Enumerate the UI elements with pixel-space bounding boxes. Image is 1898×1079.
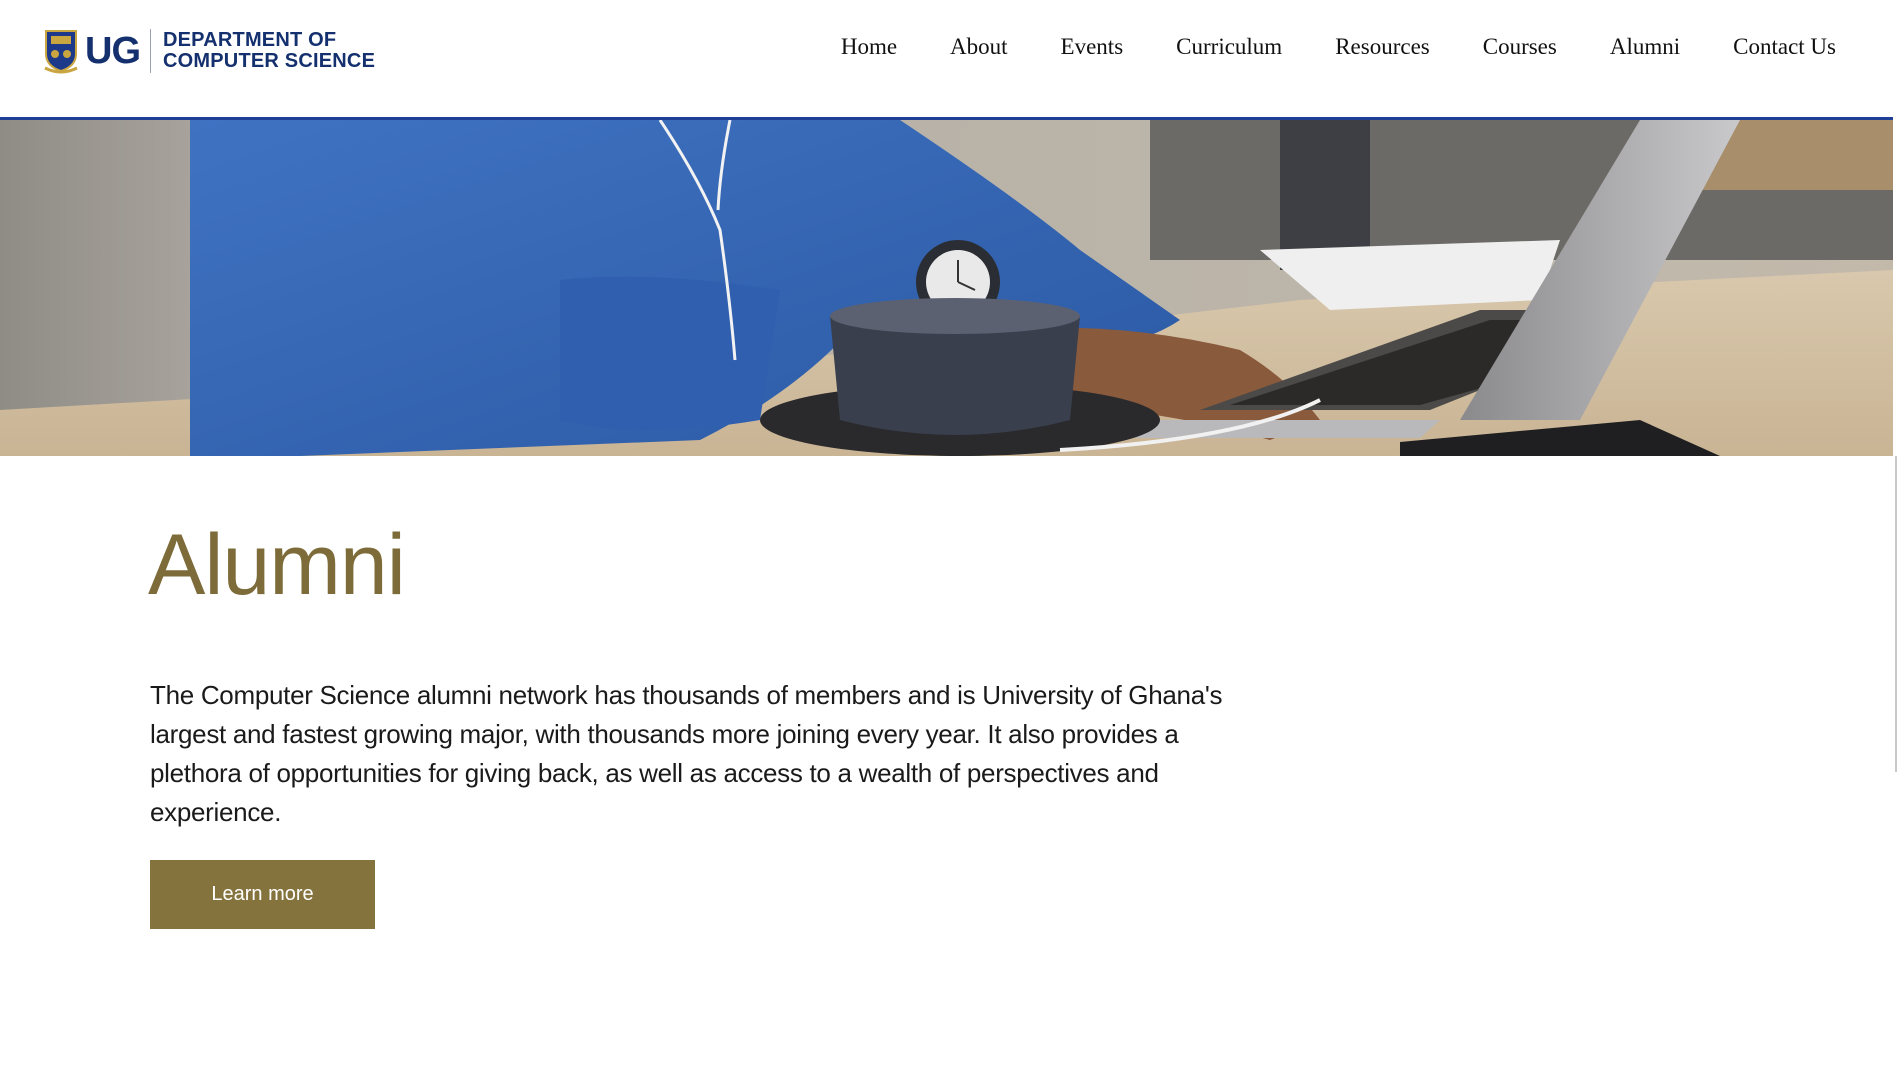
alumni-description: The Computer Science alumni network has … [150, 680, 1223, 827]
nav-events[interactable]: Events [1061, 34, 1124, 60]
nav-contact-us[interactable]: Contact Us [1733, 34, 1836, 60]
university-crest-icon [44, 30, 78, 74]
logo-ug-text: UG [85, 30, 141, 72]
logo-divider [150, 29, 151, 73]
nav-resources[interactable]: Resources [1335, 34, 1430, 60]
nav-courses[interactable]: Courses [1483, 34, 1557, 60]
logo-line-1: DEPARTMENT OF [163, 29, 337, 51]
logo-department-text: DEPARTMENT OF COMPUTER SCIENCE [163, 30, 375, 72]
page: UG DEPARTMENT OF COMPUTER SCIENCE Home A… [0, 0, 1898, 1079]
site-header: UG DEPARTMENT OF COMPUTER SCIENCE Home A… [0, 0, 1893, 120]
nav-alumni[interactable]: Alumni [1610, 34, 1680, 60]
nav-home[interactable]: Home [841, 34, 897, 60]
logo-line-2: COMPUTER SCIENCE [163, 50, 376, 72]
nav-about[interactable]: About [950, 34, 1008, 60]
page-title: Alumni [148, 517, 406, 613]
learn-more-button[interactable]: Learn more [150, 860, 375, 929]
hero-image [0, 120, 1893, 456]
site-logo[interactable]: UG DEPARTMENT OF COMPUTER SCIENCE [43, 26, 375, 76]
scrollbar-edge [1895, 456, 1897, 772]
hero-banner [0, 120, 1893, 456]
main-nav: Home About Events Curriculum Resources C… [841, 34, 1836, 60]
nav-curriculum[interactable]: Curriculum [1176, 34, 1282, 60]
